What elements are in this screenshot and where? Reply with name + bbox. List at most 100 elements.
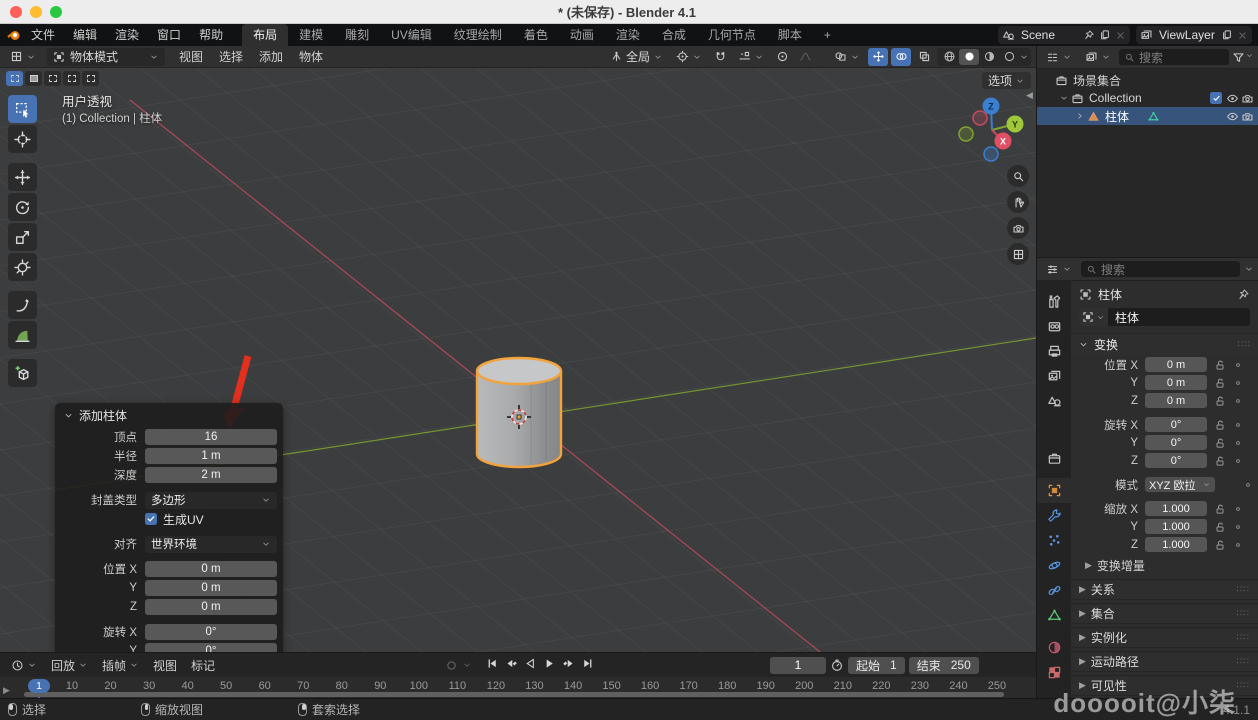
properties-panel-集合[interactable]: ▶集合∷∷ bbox=[1071, 603, 1258, 624]
operator-field-位置 X[interactable]: 0 m bbox=[145, 561, 277, 577]
properties-tab-render[interactable] bbox=[1037, 314, 1071, 339]
tool-cursor[interactable] bbox=[8, 125, 37, 153]
frame-start-field[interactable]: 起始 1 bbox=[848, 657, 905, 674]
operator-select-对齐[interactable]: 世界环境 bbox=[145, 536, 277, 553]
pan-view-button[interactable] bbox=[1007, 191, 1029, 213]
blender-logo-icon[interactable] bbox=[6, 27, 22, 43]
timeline-menu-插帧[interactable]: 插帧 bbox=[95, 657, 146, 674]
animate-dot[interactable] bbox=[1243, 480, 1253, 490]
timeline-scrollbar[interactable] bbox=[24, 692, 1004, 697]
lock-toggle[interactable] bbox=[1214, 395, 1226, 407]
next-keyframe-button[interactable] bbox=[560, 657, 577, 673]
lock-toggle[interactable] bbox=[1214, 521, 1226, 533]
current-frame-badge[interactable]: 1 bbox=[28, 679, 50, 693]
animate-dot[interactable] bbox=[1233, 378, 1243, 388]
viewport-menu-视图[interactable]: 视图 bbox=[171, 46, 211, 68]
operator-field-Y[interactable]: 0 m bbox=[145, 580, 277, 596]
tool-measure[interactable] bbox=[8, 321, 37, 349]
hide-toggle[interactable] bbox=[1226, 110, 1239, 123]
outliner-search-input[interactable]: 搜索 bbox=[1119, 49, 1229, 65]
camera-view-button[interactable] bbox=[1007, 217, 1029, 239]
properties-tab-object[interactable] bbox=[1037, 478, 1071, 503]
properties-panel-可见性[interactable]: ▶可见性∷∷ bbox=[1071, 675, 1258, 696]
workspace-tab-脚本[interactable]: 脚本 bbox=[767, 24, 813, 46]
play-reverse-button[interactable] bbox=[522, 657, 539, 673]
timeline-menu-标记[interactable]: 标记 bbox=[184, 657, 222, 674]
lock-toggle[interactable] bbox=[1214, 359, 1226, 371]
tool-select-box[interactable] bbox=[8, 95, 37, 123]
select-mode-subtract[interactable] bbox=[44, 71, 61, 86]
transform-field-Y[interactable]: 1.000 bbox=[1145, 519, 1207, 534]
gizmo-neg-x[interactable] bbox=[973, 111, 987, 125]
options-button[interactable]: 选项 bbox=[982, 72, 1031, 89]
pivot-dropdown[interactable] bbox=[671, 48, 707, 66]
workspace-tab-着色[interactable]: 着色 bbox=[513, 24, 559, 46]
operator-panel-header[interactable]: 添加柱体 bbox=[55, 403, 283, 427]
app-menu-编辑[interactable]: 编辑 bbox=[64, 24, 106, 46]
operator-field-半径[interactable]: 1 m bbox=[145, 448, 277, 464]
app-menu-帮助[interactable]: 帮助 bbox=[190, 24, 232, 46]
snap-toggle[interactable] bbox=[710, 48, 730, 66]
animate-dot[interactable] bbox=[1233, 360, 1243, 370]
properties-tab-scene[interactable] bbox=[1037, 389, 1071, 414]
object-name-field[interactable]: 柱体 bbox=[1108, 308, 1250, 326]
transform-panel-header[interactable]: 变换 ∷∷ bbox=[1071, 333, 1258, 355]
animate-dot[interactable] bbox=[1233, 504, 1243, 514]
workspace-tab-渲染[interactable]: 渲染 bbox=[605, 24, 651, 46]
animate-dot[interactable] bbox=[1233, 438, 1243, 448]
properties-tab-modifiers[interactable] bbox=[1037, 503, 1071, 528]
navigation-gizmo[interactable]: Z Y X bbox=[952, 88, 1036, 168]
lock-toggle[interactable] bbox=[1214, 539, 1226, 551]
workspace-tab-几何节点[interactable]: 几何节点 bbox=[697, 24, 767, 46]
properties-panel-关系[interactable]: ▶关系∷∷ bbox=[1071, 579, 1258, 600]
workspace-tab-动画[interactable]: 动画 bbox=[559, 24, 605, 46]
transform-field-Z[interactable]: 0 m bbox=[1145, 393, 1207, 408]
operator-select-封盖类型[interactable]: 多边形 bbox=[145, 492, 277, 509]
app-menu-窗口[interactable]: 窗口 bbox=[148, 24, 190, 46]
tool-annotate[interactable] bbox=[8, 291, 37, 319]
select-mode-extend[interactable] bbox=[25, 71, 42, 86]
properties-panel-运动路径[interactable]: ▶运动路径∷∷ bbox=[1071, 651, 1258, 672]
hide-toggle[interactable] bbox=[1226, 92, 1239, 105]
properties-options-chevron[interactable] bbox=[1244, 264, 1254, 274]
properties-tab-view-layer[interactable] bbox=[1037, 364, 1071, 389]
shading-solid-button[interactable] bbox=[959, 49, 979, 65]
shading-wireframe-button[interactable] bbox=[939, 49, 959, 65]
lock-toggle[interactable] bbox=[1214, 437, 1226, 449]
scene-selector[interactable]: Scene bbox=[998, 26, 1130, 44]
viewport-menu-选择[interactable]: 选择 bbox=[211, 46, 251, 68]
xray-toggle[interactable] bbox=[914, 48, 934, 66]
jump-to-start-button[interactable] bbox=[484, 657, 501, 673]
minimize-window-button[interactable] bbox=[30, 6, 42, 18]
operator-field-顶点[interactable]: 16 bbox=[145, 429, 277, 445]
lock-toggle[interactable] bbox=[1214, 455, 1226, 467]
properties-editor-type-button[interactable] bbox=[1041, 260, 1077, 278]
properties-search-input[interactable]: 搜索 bbox=[1081, 261, 1240, 277]
properties-tab-tool[interactable] bbox=[1037, 289, 1071, 314]
frame-end-field[interactable]: 结束 250 bbox=[909, 657, 979, 674]
orientation-dropdown[interactable]: 全局 bbox=[605, 48, 668, 66]
properties-tab-object-data[interactable] bbox=[1037, 603, 1071, 628]
viewport-menu-添加[interactable]: 添加 bbox=[251, 46, 291, 68]
snap-settings-dropdown[interactable] bbox=[733, 48, 769, 66]
object-visibility-dropdown[interactable] bbox=[829, 48, 865, 66]
render-visibility-toggle[interactable] bbox=[1241, 92, 1254, 105]
properties-tab-output[interactable] bbox=[1037, 339, 1071, 364]
tool-rotate[interactable] bbox=[8, 193, 37, 221]
show-overlays-toggle[interactable] bbox=[891, 48, 911, 66]
app-menu-文件[interactable]: 文件 bbox=[22, 24, 64, 46]
auto-keying-toggle[interactable] bbox=[443, 657, 460, 673]
collection-checkbox[interactable] bbox=[1210, 92, 1222, 104]
properties-panel-实例化[interactable]: ▶实例化∷∷ bbox=[1071, 627, 1258, 648]
animate-dot[interactable] bbox=[1233, 540, 1243, 550]
transform-field-旋转 X[interactable]: 0° bbox=[1145, 417, 1207, 432]
properties-tab-collection[interactable] bbox=[1037, 446, 1071, 471]
gizmo-neg-y[interactable] bbox=[959, 127, 973, 141]
editor-type-button[interactable] bbox=[5, 48, 41, 66]
current-frame-field[interactable]: 1 bbox=[770, 657, 826, 674]
properties-tab-world[interactable] bbox=[1037, 414, 1071, 439]
animate-dot[interactable] bbox=[1233, 396, 1243, 406]
sidebar-collapse-arrow[interactable]: ◀ bbox=[1026, 90, 1033, 101]
pin-icon[interactable] bbox=[1237, 288, 1250, 301]
animate-dot[interactable] bbox=[1233, 456, 1243, 466]
